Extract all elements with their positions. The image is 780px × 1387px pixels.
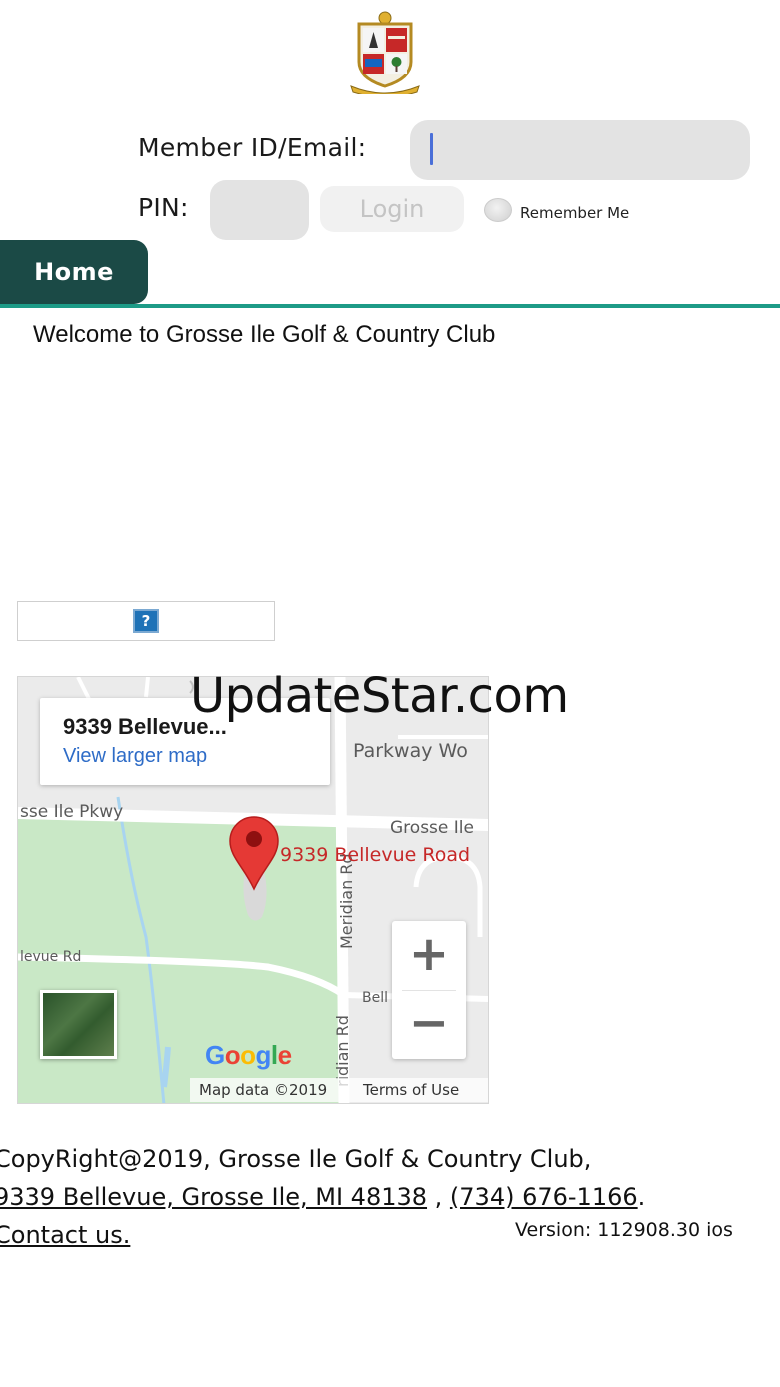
view-larger-map-link[interactable]: View larger map — [63, 745, 207, 768]
google-letter-l: l — [270, 1040, 278, 1070]
welcome-text: Welcome to Grosse Ile Golf & Country Clu… — [33, 321, 496, 348]
club-crest-icon — [347, 10, 423, 98]
footer-copyright: CopyRight@2019, Grosse Ile Golf & Countr… — [0, 1145, 592, 1173]
footer-phone-link[interactable]: (734) 676-1166 — [450, 1183, 638, 1211]
google-letter-e: e — [277, 1040, 292, 1070]
watermark-text: UpdateStar.com — [190, 668, 569, 724]
google-letter-o1: o — [224, 1040, 241, 1070]
satellite-toggle-button[interactable] — [40, 990, 117, 1059]
footer-phone-end: . — [637, 1183, 646, 1211]
nav-divider — [0, 304, 780, 308]
footer-contact-line: Contact us. — [0, 1221, 130, 1249]
member-id-label: Member ID/Email: — [138, 133, 367, 162]
google-letter-o2: o — [240, 1040, 256, 1070]
road-label-bell: Bell — [362, 990, 388, 1006]
road-label-parkway: Parkway Wo — [353, 740, 468, 762]
remember-me-radio[interactable] — [484, 198, 512, 222]
google-letter-g: G — [205, 1040, 225, 1070]
road-label-grosse-ile: Grosse Ile — [390, 818, 474, 838]
question-icon[interactable]: ? — [133, 609, 159, 633]
remember-me-label[interactable]: Remember Me — [520, 204, 629, 222]
terms-of-use-link[interactable]: Terms of Use — [363, 1081, 459, 1099]
pin-input[interactable] — [210, 180, 309, 240]
map-pin-label: 9339 Bellevue Road — [280, 844, 470, 866]
footer-address-link[interactable]: 9339 Bellevue, Grosse Ile, MI 48138 — [0, 1183, 427, 1211]
zoom-in-button[interactable]: + — [392, 921, 466, 990]
road-label-meridian-bottom: ridian Rd — [333, 1015, 352, 1087]
zoom-out-button[interactable]: − — [392, 990, 466, 1059]
road-label-grosse-ile-pkwy: sse Ile Pkwy — [20, 802, 123, 822]
footer-address-separator: , — [427, 1183, 450, 1211]
map-data-attribution: Map data ©2019 — [199, 1081, 328, 1099]
text-caret — [430, 133, 433, 165]
pin-label: PIN: — [138, 193, 189, 222]
road-label-meridian-top: Meridian Rd — [337, 853, 356, 949]
login-button[interactable]: Login — [320, 186, 464, 232]
google-logo: Google — [205, 1040, 292, 1071]
road-label-bellevue-rd: levue Rd — [20, 949, 81, 965]
footer-address-line: 9339 Bellevue, Grosse Ile, MI 48138 , (7… — [0, 1183, 645, 1211]
contact-us-link[interactable]: Contact us. — [0, 1221, 130, 1249]
version-text: Version: 112908.30 ios — [515, 1219, 733, 1241]
member-id-input[interactable] — [410, 120, 750, 180]
google-letter-g2: g — [255, 1040, 272, 1070]
tab-home[interactable]: Home — [0, 240, 148, 304]
